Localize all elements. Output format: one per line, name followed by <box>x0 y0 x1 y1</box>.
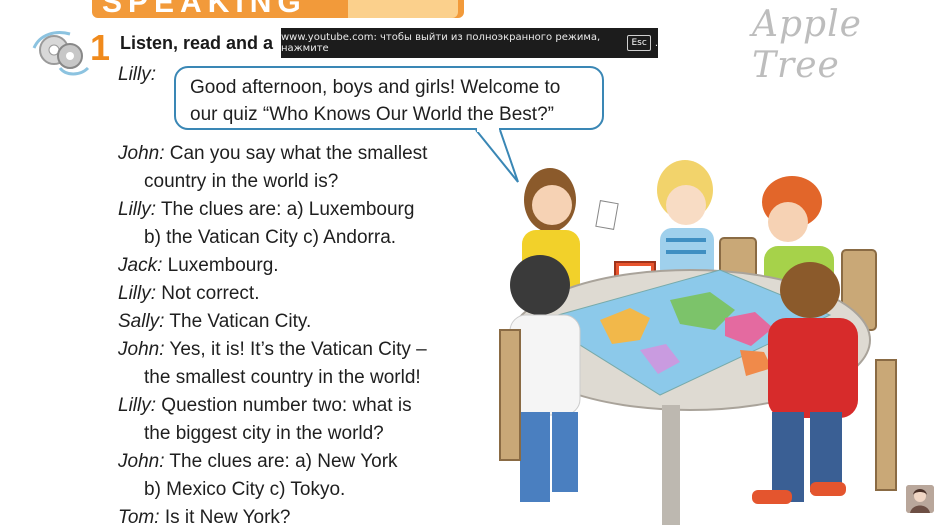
section-tag <box>348 0 458 18</box>
dialogue-line: Sally: The Vatican City. <box>118 311 312 332</box>
bubble-line-1: Good afternoon, boys and girls! Welcome … <box>190 77 561 98</box>
section-title: SPEAKING <box>102 0 307 18</box>
dialogue-line-cont: country in the world is? <box>144 171 339 192</box>
dialogue-line-cont: the biggest city in the world? <box>144 423 384 444</box>
dialogue-line: Lilly: Not correct. <box>118 283 260 304</box>
bubble-speaker: Lilly: <box>118 64 157 85</box>
dialogue-line: Jack: Luxembourg. <box>118 255 279 276</box>
dialogue-line: John: The clues are: a) New York <box>118 451 398 472</box>
dialogue-line-cont: b) Mexico City c) Tokyo. <box>144 479 346 500</box>
exercise-heading: Listen, read and a <box>120 33 274 53</box>
section-banner: SPEAKING <box>92 0 464 18</box>
avatar-image <box>906 485 934 513</box>
dialogue-line: Tom: Is it New York? <box>118 507 291 528</box>
speech-bubble: Good afternoon, boys and girls! Welcome … <box>174 66 604 130</box>
children-quiz-illustration <box>499 160 897 525</box>
bubble-line-2: our quiz “Who Knows Our World the Best?” <box>190 104 554 125</box>
channel-watermark: Apple Tree <box>752 4 862 86</box>
fullscreen-notice-text: www.youtube.com: чтобы выйти из полноэкр… <box>281 32 601 54</box>
fullscreen-notice-period: . <box>654 37 658 49</box>
channel-avatar[interactable] <box>906 485 934 513</box>
fullscreen-exit-notice: www.youtube.com: чтобы выйти из полноэкр… <box>281 28 658 58</box>
dialogue-line-cont: the smallest country in the world! <box>144 367 421 388</box>
dialogue-line-cont: b) the Vatican City c) Andorra. <box>144 227 397 248</box>
exercise-number: 1 <box>90 27 111 68</box>
dialogue-line: Lilly: The clues are: a) Luxembourg <box>118 199 415 220</box>
dialogue-line: John: Can you say what the smallest <box>118 143 428 164</box>
esc-key-hint[interactable]: Esc <box>627 35 651 51</box>
dialogue-line: Lilly: Question number two: what is <box>118 395 412 416</box>
dialogue-line: John: Yes, it is! It’s the Vatican City … <box>118 339 427 360</box>
